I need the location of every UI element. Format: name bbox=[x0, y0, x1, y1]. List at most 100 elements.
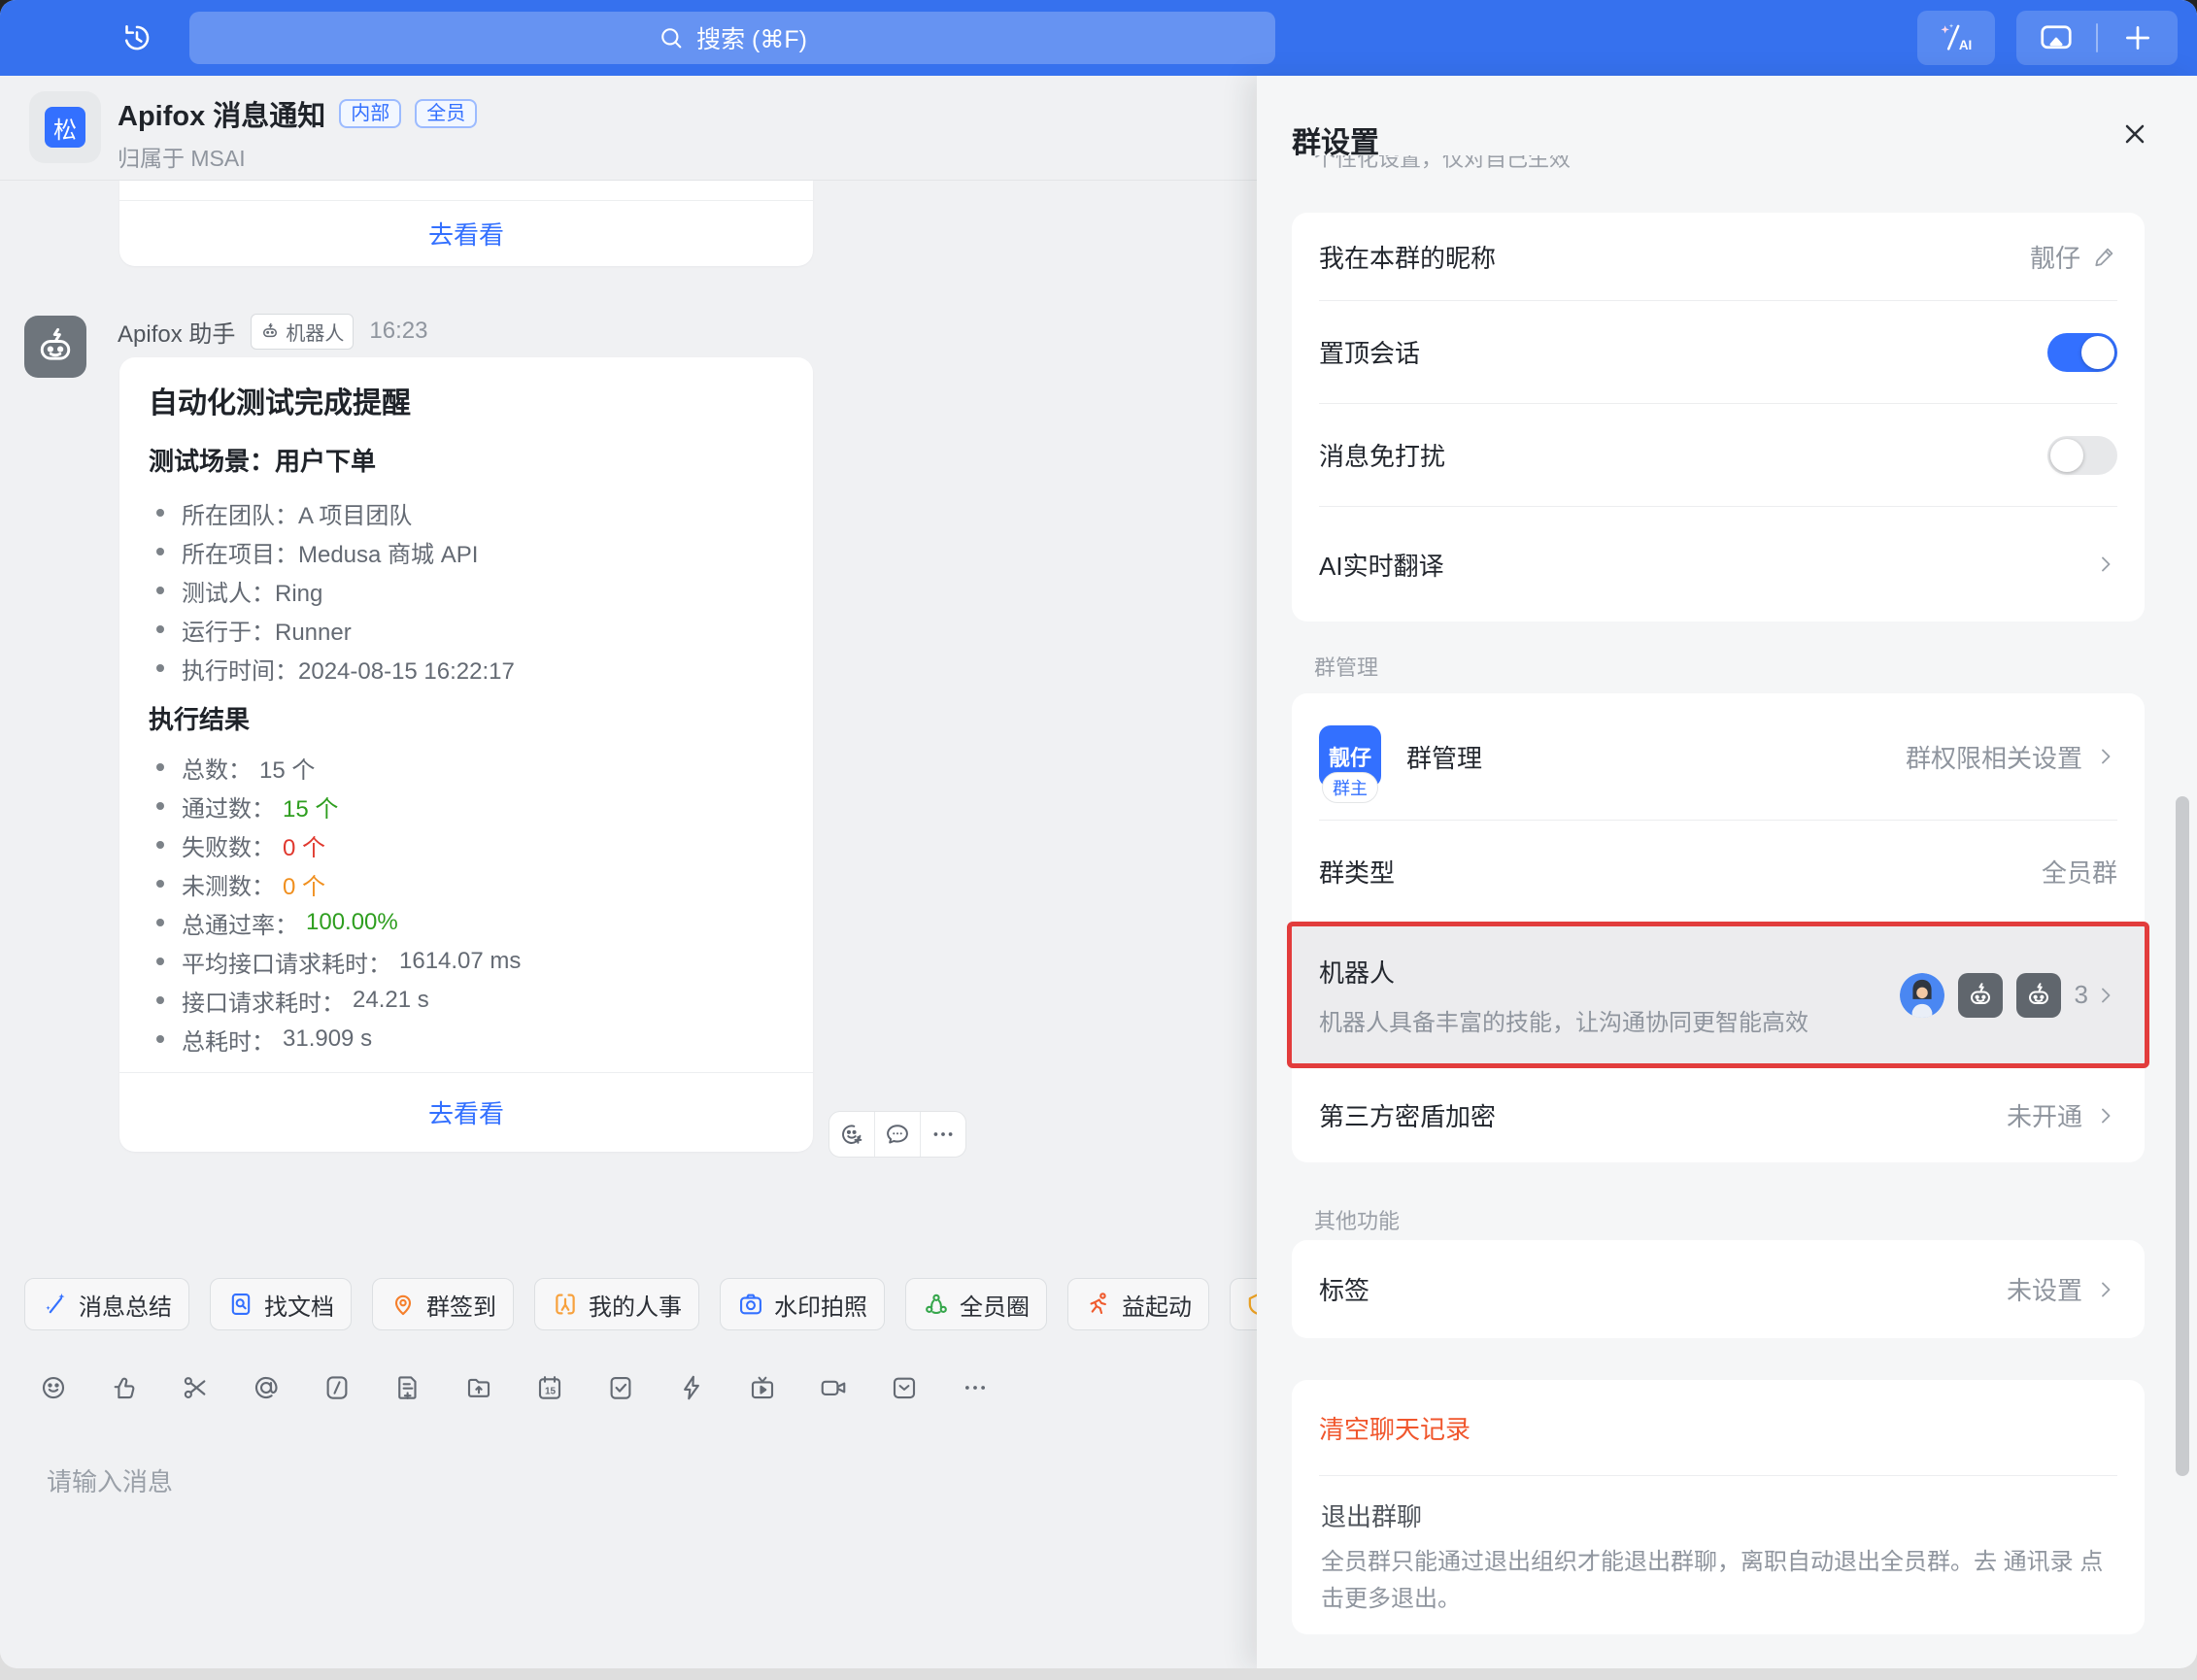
message-scene: 测试场景：用户下单 bbox=[149, 445, 784, 478]
toolbar-button-moments[interactable]: 全员圈 bbox=[905, 1278, 1047, 1330]
list-item: 运行于：Runner bbox=[149, 610, 784, 649]
list-item: 接口请求耗时：24.21 s bbox=[149, 981, 784, 1020]
toolbar-button-checkin[interactable]: 群签到 bbox=[372, 1278, 514, 1330]
svg-text:AI: AI bbox=[1959, 38, 1972, 52]
owner-badge: 群主 bbox=[1322, 772, 1378, 803]
file-upload-icon[interactable] bbox=[464, 1373, 493, 1402]
owner-avatar: 靓仔 群主 bbox=[1319, 725, 1381, 788]
video-channel-icon[interactable] bbox=[748, 1373, 777, 1402]
panel-scrollbar[interactable] bbox=[2176, 796, 2189, 1476]
history-button[interactable] bbox=[118, 19, 155, 56]
add-reaction-button[interactable] bbox=[829, 1112, 874, 1157]
screen-share-icon bbox=[2039, 20, 2074, 55]
message-title: 自动化测试完成提醒 bbox=[149, 385, 784, 423]
thumbs-up-icon[interactable] bbox=[110, 1373, 139, 1402]
inbox-icon[interactable] bbox=[890, 1373, 919, 1402]
mention-icon[interactable] bbox=[252, 1373, 281, 1402]
bullet-dot bbox=[156, 509, 164, 517]
go-see-link-top[interactable]: 去看看 bbox=[428, 216, 504, 252]
pin-chat-row: 置顶会话 bbox=[1292, 301, 2145, 403]
group-admin-row[interactable]: 靓仔 群主 群管理 群权限相关设置 bbox=[1292, 693, 2145, 820]
nickname-row[interactable]: 我在本群的昵称 靓仔 bbox=[1292, 213, 2145, 300]
encryption-row[interactable]: 第三方密盾加密 未开通 bbox=[1292, 1068, 2145, 1162]
message-input[interactable]: 请输入消息 bbox=[47, 1462, 173, 1498]
tag-all-members: 全员 bbox=[415, 99, 477, 128]
tag-row[interactable]: 标签 未设置 bbox=[1292, 1240, 2145, 1338]
toolbar-button-watermark-photo[interactable]: 水印拍照 bbox=[720, 1278, 885, 1330]
ai-wand-icon: AI bbox=[1937, 21, 1976, 54]
calendar-icon[interactable]: 15 bbox=[535, 1373, 564, 1402]
bullet-dot bbox=[156, 841, 164, 849]
bullet-dot bbox=[156, 996, 164, 1004]
toolbar-label: 消息总结 bbox=[79, 1288, 172, 1322]
bot-avatar-small bbox=[2016, 973, 2061, 1018]
ai-translate-button[interactable]: AI bbox=[1917, 11, 1995, 65]
bot-avatar[interactable] bbox=[24, 316, 86, 378]
toolbar-label: 群签到 bbox=[426, 1288, 496, 1322]
go-see-link[interactable]: 去看看 bbox=[428, 1094, 504, 1130]
list-item: 未测数：0 个 bbox=[149, 864, 784, 903]
shortcut-icon[interactable] bbox=[677, 1373, 706, 1402]
toolbar-label: 益起动 bbox=[1122, 1288, 1192, 1322]
chat-toolbar: 消息总结 找文档 群签到 我的人事 bbox=[24, 1278, 1257, 1330]
bullet-dot bbox=[156, 548, 164, 555]
doc-create-icon[interactable] bbox=[393, 1373, 422, 1402]
toggle-knob bbox=[2050, 439, 2083, 472]
history-icon bbox=[119, 20, 154, 55]
toolbar-button-hr[interactable]: 我的人事 bbox=[534, 1278, 699, 1330]
video-call-icon[interactable] bbox=[819, 1373, 848, 1402]
cut-off-icon bbox=[1244, 1291, 1257, 1318]
clear-history-row[interactable]: 清空聊天记录 bbox=[1292, 1380, 2145, 1475]
tag-card: 标签 未设置 bbox=[1292, 1240, 2145, 1338]
bullet-dot bbox=[156, 664, 164, 672]
scissors-icon[interactable] bbox=[181, 1373, 210, 1402]
list-item: 平均接口请求耗时：1614.07 ms bbox=[149, 942, 784, 981]
chat-title-row: Apifox 消息通知 内部 全员 bbox=[118, 93, 477, 134]
search-input[interactable]: 搜索 (⌘F) bbox=[189, 12, 1275, 64]
toolbar-button-partial[interactable] bbox=[1230, 1278, 1257, 1330]
topbar-button-group bbox=[2016, 11, 2178, 65]
bots-avatar-strip: 3 bbox=[1900, 973, 2117, 1018]
chevron-right-icon bbox=[2094, 745, 2117, 768]
toolbar-button-summary[interactable]: 消息总结 bbox=[24, 1278, 189, 1330]
app-window: 搜索 (⌘F) AI bbox=[0, 0, 2197, 1668]
tag-value: 未设置 bbox=[2007, 1271, 2082, 1307]
list-item: 总通过率：100.00% bbox=[149, 903, 784, 942]
mute-toggle[interactable] bbox=[2047, 436, 2117, 475]
more-tools-icon[interactable] bbox=[961, 1373, 990, 1402]
chat-header: 松 Apifox 消息通知 内部 全员 归属于 MSAI bbox=[0, 76, 1257, 181]
message-card-partial-body bbox=[119, 181, 813, 200]
emoji-icon[interactable] bbox=[39, 1373, 68, 1402]
chevron-right-icon bbox=[2094, 1278, 2117, 1301]
message-time: 16:23 bbox=[369, 318, 427, 345]
pin-chat-toggle[interactable] bbox=[2047, 333, 2117, 372]
search-icon bbox=[658, 24, 685, 51]
personal-settings-card: 我在本群的昵称 靓仔 置顶会话 消息免打扰 bbox=[1292, 213, 2145, 622]
bots-row-highlighted[interactable]: 机器人 机器人具备丰富的技能，让沟通协同更智能高效 bbox=[1287, 922, 2149, 1068]
emoji-add-icon bbox=[838, 1121, 865, 1148]
toolbar-button-sports[interactable]: 益起动 bbox=[1067, 1278, 1209, 1330]
new-chat-button[interactable] bbox=[2098, 11, 2178, 65]
bullet-dot bbox=[156, 1035, 164, 1043]
toolbar-button-find-doc[interactable]: 找文档 bbox=[210, 1278, 352, 1330]
robot-icon bbox=[34, 325, 77, 368]
toggle-knob bbox=[2081, 336, 2114, 369]
bots-count: 3 bbox=[2075, 980, 2088, 1010]
list-item: 执行时间：2024-08-15 16:22:17 bbox=[149, 649, 784, 688]
camera-icon bbox=[737, 1291, 764, 1318]
encryption-value: 未开通 bbox=[2007, 1097, 2082, 1133]
reply-thread-button[interactable] bbox=[874, 1112, 920, 1157]
list-item: 总耗时：31.909 s bbox=[149, 1020, 784, 1058]
search-placeholder: 搜索 (⌘F) bbox=[696, 20, 807, 55]
robot-badge-icon bbox=[260, 321, 280, 341]
screen-share-button[interactable] bbox=[2016, 11, 2096, 65]
message-meta: Apifox 助手 机器人 16:23 bbox=[118, 313, 427, 350]
sender-name: Apifox 助手 bbox=[118, 315, 235, 349]
close-panel-button[interactable] bbox=[2117, 117, 2152, 151]
group-avatar[interactable]: 松 bbox=[29, 91, 101, 163]
task-icon[interactable] bbox=[606, 1373, 635, 1402]
slash-command-icon[interactable] bbox=[322, 1373, 352, 1402]
pencil-icon[interactable] bbox=[2092, 244, 2117, 269]
ai-translate-row[interactable]: AI实时翻译 bbox=[1292, 507, 2145, 622]
more-actions-button[interactable] bbox=[920, 1112, 965, 1157]
